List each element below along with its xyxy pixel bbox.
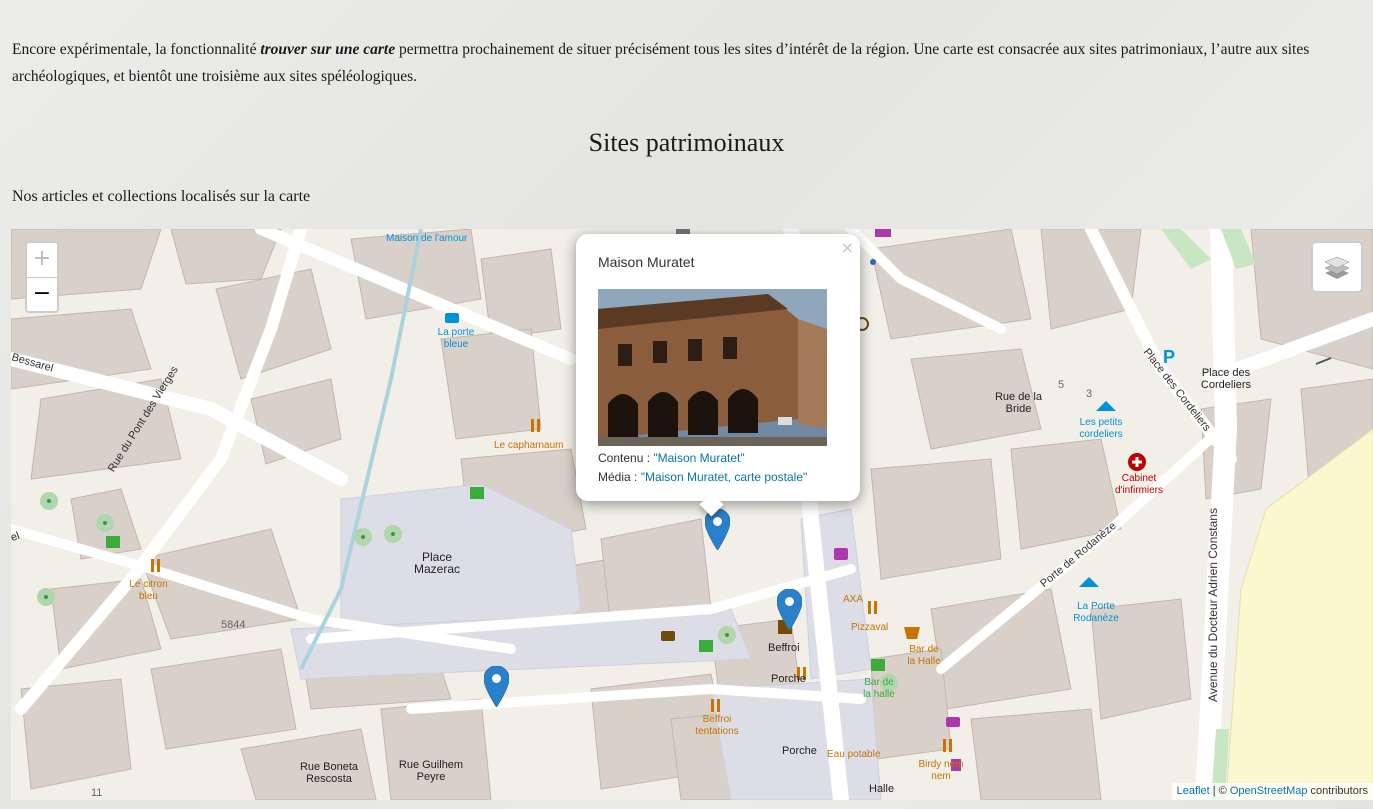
label-place-cordeliers: Place des Cordeliers <box>1200 367 1252 391</box>
map-attribution: Leaflet | © OpenStreetMap contributors <box>1171 783 1373 800</box>
popup-close-button[interactable]: × <box>841 238 854 257</box>
label-rue-bride: Rue de la Bride <box>994 391 1043 415</box>
leaflet-link[interactable]: Leaflet <box>1177 785 1210 797</box>
page: Encore expérimentale, la fonctionnalité … <box>0 0 1373 809</box>
layers-control[interactable] <box>1311 241 1363 293</box>
label-rue-guilhem: Rue Guilhem Peyre <box>398 759 464 783</box>
label-axa: AXA <box>843 594 864 605</box>
label-5: 5 <box>1058 379 1065 391</box>
label-pizzaval: Pizzaval <box>851 622 889 633</box>
label-petits-cordeliers: Les petits cordeliers <box>1079 417 1123 440</box>
zoom-out-button[interactable]: − <box>27 278 57 312</box>
label-rue-boneta: Rue Boneta Rescosta <box>299 761 359 785</box>
map-subtitle: Nos articles et collections localisés su… <box>12 188 311 205</box>
map-marker[interactable] <box>705 509 730 550</box>
label-beffroi: Beffroi <box>768 642 800 654</box>
attribution-contributors: contributors <box>1307 785 1368 797</box>
intro-paragraph: Encore expérimentale, la fonctionnalité … <box>12 36 1362 90</box>
label-porche-2: Porche <box>782 745 817 757</box>
label-halle: Halle <box>869 783 895 795</box>
label-porte-bleue: La porte bleue <box>437 327 475 350</box>
label-bar-halle-green: Bar de la halle <box>863 677 895 700</box>
map[interactable]: P Maison de l'amour La porte bleue Bessa… <box>11 229 1373 800</box>
osm-link[interactable]: OpenStreetMap <box>1230 785 1308 797</box>
section-title: Sites patrimoinaux <box>588 128 785 157</box>
popup-photo <box>598 289 827 446</box>
intro-emphasis: trouver sur une carte <box>260 40 396 58</box>
map-popup[interactable]: × Maison Muratet Contenu: "Maison Murat… <box>576 234 860 517</box>
zoom-control: + − <box>25 241 59 313</box>
label-place-mazerac: Place Mazerac <box>413 550 460 576</box>
popup-media-link[interactable]: "Maison Muratet, carte postale" <box>641 470 808 484</box>
label-birdy-nem: Birdy nem nem <box>918 759 964 782</box>
label-cabinet-infirmiers: Cabinet d'infirmiers <box>1114 473 1164 496</box>
popup-content-label: Contenu : <box>598 451 654 465</box>
map-marker[interactable] <box>484 666 509 707</box>
popup-title: Maison Muratet <box>598 254 695 270</box>
label-citron-bleu: Le citron bleu <box>129 579 168 602</box>
label-eau-potable: Eau potable <box>827 749 881 760</box>
label-capharnaum: Le capharnaum <box>494 440 564 451</box>
popup-media-line: Média : "Maison Muratet, carte postale" <box>598 470 807 484</box>
label-bar-halle-orange: Bar de la Halle <box>907 644 941 667</box>
label-maison-amour: Maison de l'amour <box>386 233 468 244</box>
map-marker[interactable] <box>777 589 802 630</box>
popup-content-line: Contenu : "Maison Muratet" <box>598 451 745 465</box>
label-avenue: Avenue du Docteur Adrien Constans <box>1205 508 1220 702</box>
intro-before: Encore expérimentale, la fonctionnalité <box>12 40 261 58</box>
label-la-porte-rodaneze: La Porte Rodanèze <box>1073 601 1119 624</box>
popup-content-link[interactable]: "Maison Muratet" <box>653 451 744 465</box>
layers-icon <box>1324 256 1350 279</box>
label-porche: Porche <box>771 673 806 685</box>
label-5844: 5844 <box>221 619 246 631</box>
label-11: 11 <box>91 787 103 799</box>
label-beffroi-tentations: Beffroi tentations <box>695 714 739 737</box>
attribution-separator: | © <box>1209 785 1230 797</box>
popup-media-label: Média : <box>598 470 641 484</box>
label-3: 3 <box>1086 388 1093 400</box>
zoom-in-button[interactable]: + <box>27 243 57 278</box>
